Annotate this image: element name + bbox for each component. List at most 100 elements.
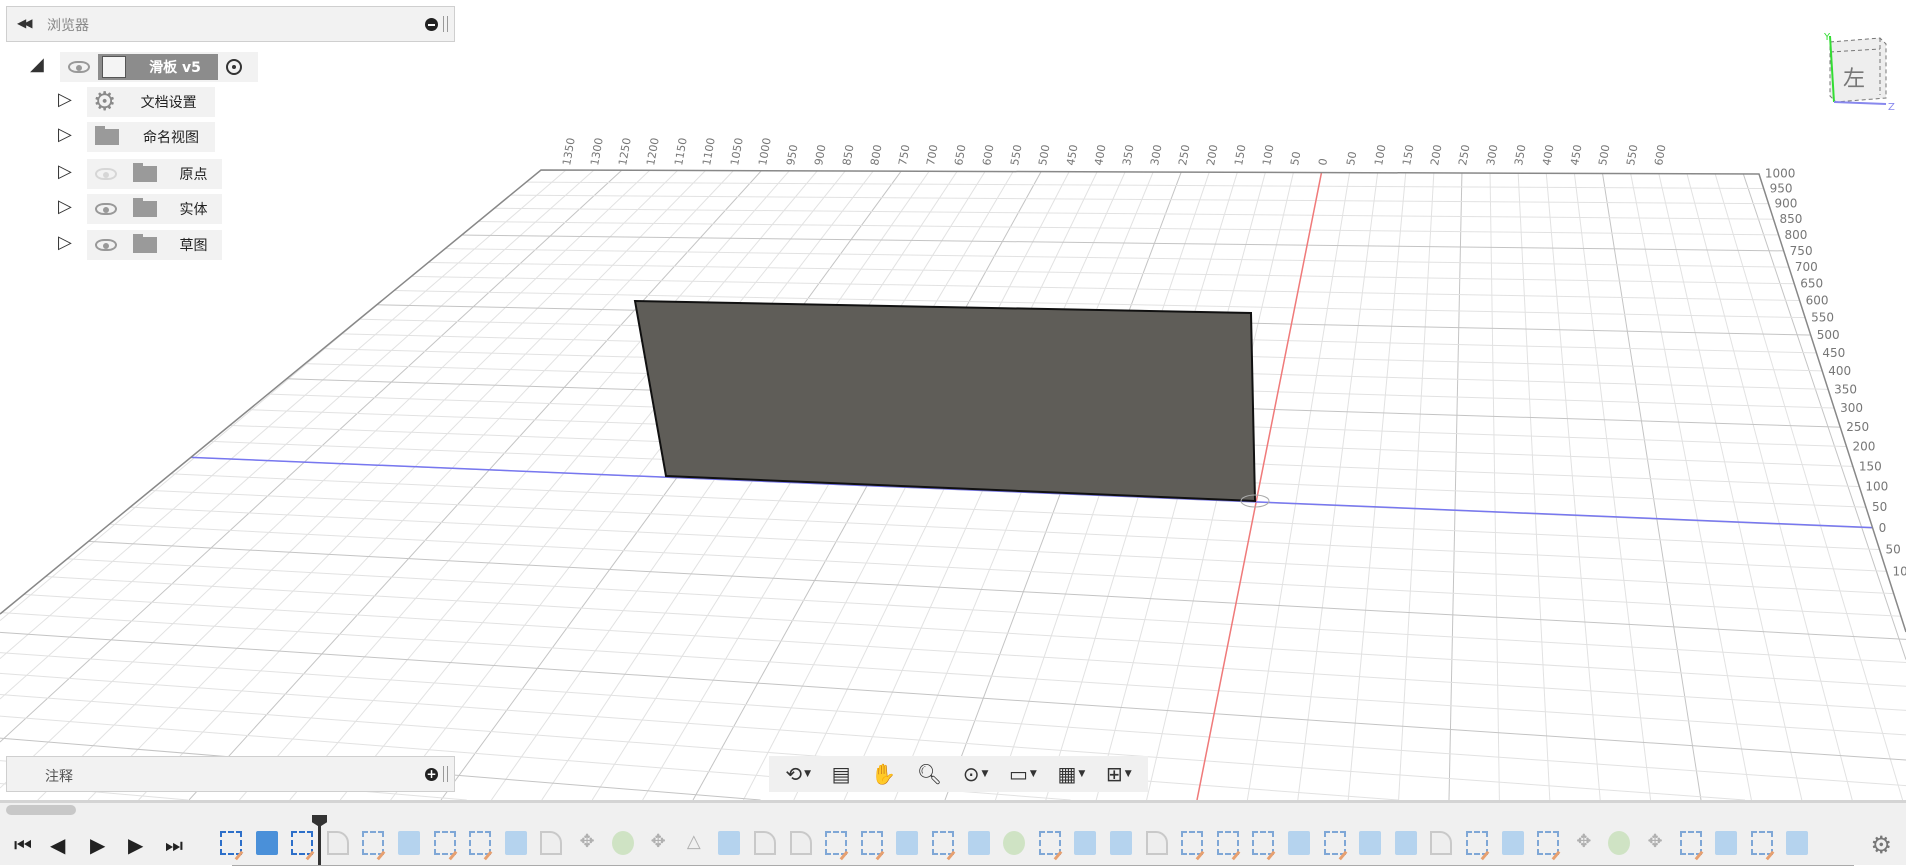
panel-grip-icon[interactable] (443, 766, 448, 782)
look-at-icon[interactable]: ▤ (832, 762, 851, 786)
ruler-label-right: 800 (1785, 228, 1808, 242)
expand-triangle-icon[interactable]: ▷ (58, 89, 72, 110)
timeline-feature-move-icon[interactable]: ✥ (1573, 831, 1595, 855)
tree-item[interactable]: ⚙ 文档设置 (87, 87, 215, 117)
pan-icon[interactable]: ✋ (871, 762, 896, 786)
ruler-label-top: 450 (1064, 144, 1080, 167)
timeline-feature-combine-icon[interactable] (611, 831, 634, 855)
next-icon[interactable]: ▶ (128, 833, 143, 857)
timeline-feature-sketch-icon[interactable] (1466, 831, 1488, 855)
timeline-feature-fillet-icon[interactable] (326, 831, 349, 855)
eye-icon[interactable] (95, 239, 117, 251)
timeline-feature-sketch-icon[interactable] (291, 831, 314, 855)
timeline-feature-body-icon[interactable] (1786, 831, 1809, 855)
gear-icon[interactable]: ⚙ (1870, 831, 1892, 859)
ruler-label-top: 200 (1428, 144, 1444, 167)
timeline-feature-sketch-icon[interactable] (1252, 831, 1275, 855)
viewcube[interactable]: 左 Y Z (1808, 30, 1898, 120)
eye-icon[interactable] (68, 61, 90, 73)
expand-triangle-icon[interactable]: ▷ (58, 232, 72, 253)
first-icon[interactable]: ⏮ (14, 833, 32, 857)
timeline-feature-sketch-icon[interactable] (1750, 831, 1773, 855)
timeline-feature-sketch-icon[interactable] (1323, 831, 1346, 855)
grid-line (0, 216, 1906, 237)
tree-item[interactable]: 命名视图 (87, 122, 215, 152)
timeline-feature-combine-icon[interactable] (1003, 831, 1026, 855)
timeline-feature-sketch-icon[interactable] (932, 831, 954, 855)
timeline-feature-sketch-icon[interactable] (825, 831, 848, 855)
timeline-feature-body-icon[interactable] (967, 831, 990, 855)
timeline-feature-fillet-icon[interactable] (789, 831, 812, 855)
timeline-feature-fillet-icon[interactable] (1145, 831, 1168, 855)
expand-plus-icon[interactable]: + (425, 768, 438, 781)
expand-triangle-icon[interactable]: ◢ (30, 54, 44, 75)
minimize-icon[interactable] (425, 18, 438, 31)
timeline-feature-fillet-icon[interactable] (1430, 831, 1453, 855)
zoom-icon[interactable]: 🔍︎ (917, 762, 942, 786)
orbit-icon[interactable]: ⟲ ▼ (785, 762, 811, 786)
collapse-panel-icon[interactable]: ◀◀ (17, 16, 33, 30)
previous-icon[interactable]: ◀ (50, 833, 65, 857)
timeline-feature-move-icon[interactable]: ✥ (576, 831, 598, 855)
timeline-feature-body-icon[interactable] (1288, 831, 1310, 855)
timeline-feature-sketch-icon[interactable] (1038, 831, 1061, 855)
ruler-label-top: 500 (1036, 144, 1052, 167)
folder-icon (133, 198, 157, 217)
timeline-feature-sketch-icon[interactable] (860, 831, 883, 855)
timeline-scrollbar[interactable] (6, 805, 76, 815)
timeline-feature-sketch-icon[interactable] (1216, 831, 1239, 855)
expand-triangle-icon[interactable]: ▷ (58, 124, 72, 145)
timeline-feature-combine-cut-icon[interactable] (398, 831, 420, 855)
3d-viewport[interactable]: 1350 1300 1250 1200 1150 1100 1050 1000 950 900 85… (0, 0, 1906, 800)
expand-triangle-icon[interactable]: ▷ (58, 196, 72, 217)
tree-item[interactable]: 实体 (87, 194, 222, 224)
timeline-feature-sketch-icon[interactable] (362, 831, 385, 855)
timeline-marker[interactable] (318, 819, 321, 865)
timeline-feature-body-icon[interactable] (896, 831, 919, 855)
timeline-feature-mirror-icon[interactable]: △ (683, 831, 705, 855)
last-icon[interactable]: ⏭ (165, 833, 183, 857)
timeline-feature-sketch-icon[interactable] (469, 831, 492, 855)
component-label[interactable]: 滑板 v5 (98, 54, 218, 80)
timeline-feature-move-icon[interactable]: ✥ (647, 831, 669, 855)
viewports-icon[interactable]: ⊞ ▼ (1106, 762, 1132, 786)
timeline-feature-sketch-icon[interactable] (1537, 831, 1560, 855)
timeline-feature-fillet-icon[interactable] (754, 831, 776, 855)
timeline-feature-sketch-icon[interactable] (1181, 831, 1204, 855)
tree-item[interactable]: 草图 (87, 230, 222, 260)
timeline-feature-body-icon[interactable] (1715, 831, 1738, 855)
timeline-feature-body-icon[interactable] (718, 831, 741, 855)
fit-icon[interactable]: ⊙ ▼ (963, 762, 989, 786)
timeline-feature-sketch-icon[interactable] (433, 831, 456, 855)
ruler-label-right: 500 (1817, 328, 1840, 342)
timeline-feature-sketch-icon[interactable] (1679, 831, 1702, 855)
ruler-label-top: 750 (896, 144, 912, 167)
folder-icon (133, 163, 157, 182)
timeline-feature-body-icon[interactable] (255, 831, 278, 855)
viewcube-face-label[interactable]: 左 (1843, 67, 1865, 92)
display-settings-icon[interactable]: ▭ ▼ (1009, 762, 1037, 786)
timeline-feature-move-icon[interactable]: ✥ (1644, 831, 1666, 855)
activate-radio-icon[interactable] (226, 59, 242, 75)
timeline-feature-body-icon[interactable] (1394, 831, 1417, 855)
timeline-feature-body-icon[interactable] (1501, 831, 1524, 855)
tree-item[interactable]: 原点 (87, 159, 222, 189)
timeline-feature-fillet-icon[interactable] (540, 831, 563, 855)
grid-icon[interactable]: ▦ ▼ (1057, 762, 1085, 786)
eye-icon[interactable] (95, 203, 117, 215)
ruler-label-right: 150 (1859, 459, 1882, 473)
panel-grip-icon[interactable] (443, 16, 448, 32)
timeline-feature-body-icon[interactable] (1359, 831, 1382, 855)
tree-root[interactable]: 滑板 v5 (60, 52, 258, 82)
ruler-label-right: 100 (1893, 564, 1906, 578)
timeline-feature-body-icon[interactable] (1110, 831, 1132, 855)
timeline-feature-body-icon[interactable] (504, 831, 527, 855)
ruler-label-top: 650 (952, 144, 968, 167)
timeline-feature-combine-icon[interactable] (1608, 831, 1631, 855)
timeline-feature-sketch-icon[interactable] (220, 831, 242, 855)
ruler-label-right: 600 (1806, 294, 1829, 308)
timeline-feature-body-icon[interactable] (1074, 831, 1097, 855)
play-icon[interactable]: ▶ (90, 833, 105, 857)
eye-hidden-icon[interactable] (95, 168, 117, 180)
expand-triangle-icon[interactable]: ▷ (58, 161, 72, 182)
